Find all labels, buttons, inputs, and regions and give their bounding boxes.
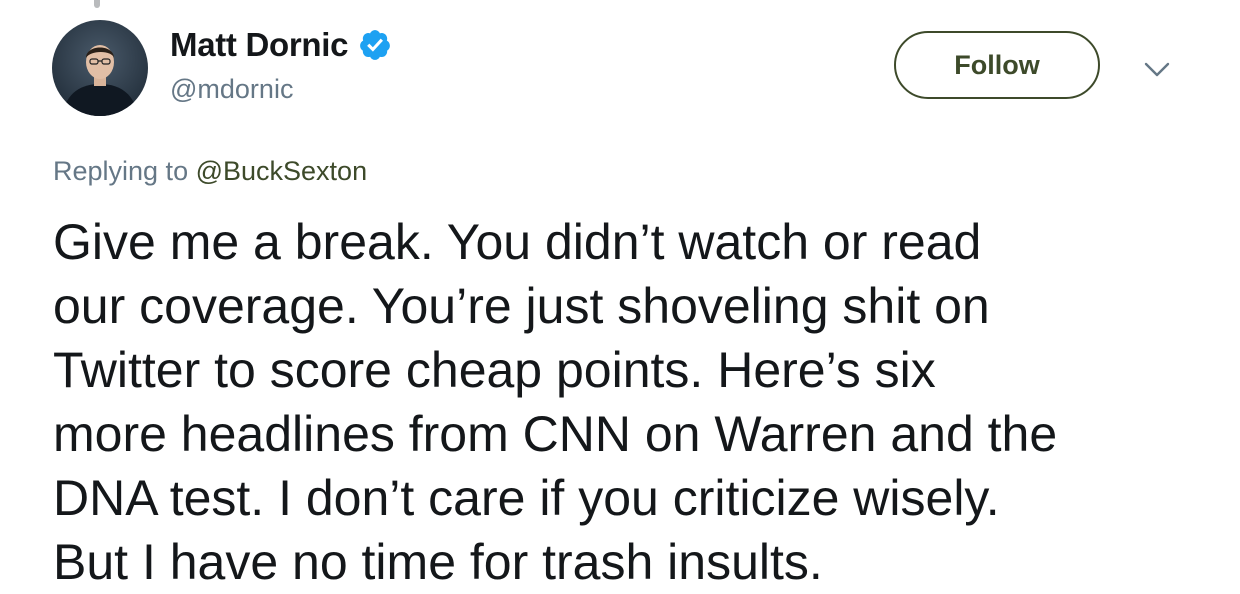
replying-to-label: Replying to <box>53 156 196 186</box>
follow-button[interactable]: Follow <box>894 31 1100 99</box>
replying-to-mention[interactable]: @BuckSexton <box>196 156 368 186</box>
thread-connector <box>94 0 100 8</box>
tweet-text-line: But I have no time for trash insults. <box>53 534 823 590</box>
tweet-text-line: DNA test. I don’t care if you criticize … <box>53 470 1000 526</box>
tweet-card: Matt Dornic @mdornic Follow Replying to … <box>0 0 1240 590</box>
tweet-text-line: Give me a break. You didn’t watch or rea… <box>53 214 982 270</box>
verified-badge-icon <box>358 28 392 62</box>
avatar-photo <box>52 20 148 116</box>
author-handle[interactable]: @mdornic <box>170 74 293 105</box>
tweet-text-line: our coverage. You’re just shoveling shit… <box>53 278 990 334</box>
author-row: Matt Dornic <box>170 24 392 66</box>
author-name[interactable]: Matt Dornic <box>170 26 349 64</box>
tweet-text: Give me a break. You didn’t watch or rea… <box>53 210 1203 594</box>
tweet-text-line: more headlines from CNN on Warren and th… <box>53 406 1058 462</box>
tweet-text-line: Twitter to score cheap points. Here’s si… <box>53 342 936 398</box>
chevron-down-icon[interactable] <box>1143 58 1171 80</box>
avatar[interactable] <box>52 20 148 116</box>
replying-to-line: Replying to @BuckSexton <box>53 156 367 187</box>
